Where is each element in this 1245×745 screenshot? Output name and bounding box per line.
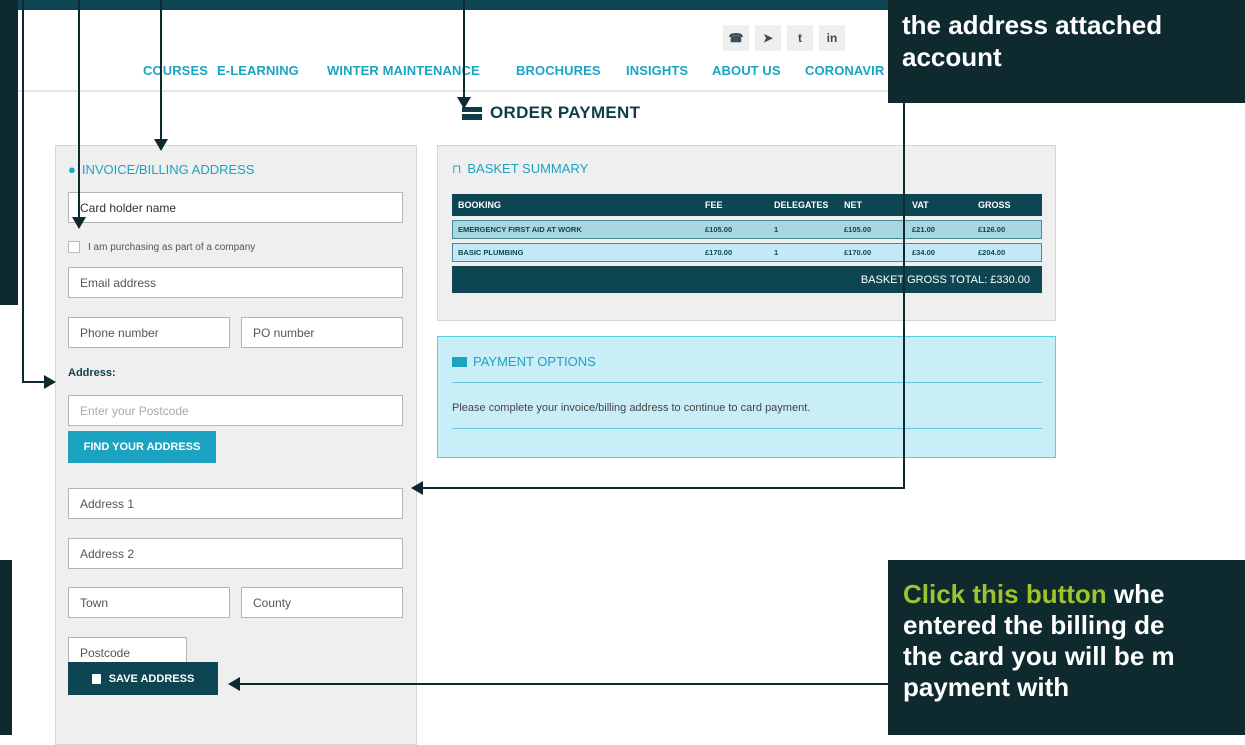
arrow-line [903,100,905,488]
callout-text-line: the address attached [902,10,1163,40]
address1-input[interactable]: Address 1 [68,488,403,519]
town-input[interactable]: Town [68,587,230,618]
page-title-text: ORDER PAYMENT [490,103,641,122]
table-cell: £170.00 [705,248,733,257]
address-label: Address: [68,367,116,379]
table-cell: £21.00 [912,225,935,234]
card-holder-name-input[interactable]: Card holder name [68,192,403,223]
company-checkbox-label: I am purchasing as part of a company [88,241,256,253]
payment-options-heading: PAYMENT OPTIONS [452,354,596,369]
phone-input[interactable]: Phone number [68,317,230,348]
social-links: ☎ ➤ t in [723,25,845,51]
basket-gross-total: BASKET GROSS TOTAL: £330.00 [452,266,1042,293]
table-cell: BASIC PLUMBING [458,248,524,257]
callout-box-left-bottom [0,560,12,735]
arrow-line [463,0,465,98]
column-header: DELEGATES [774,200,829,210]
nav-item-about-us[interactable]: ABOUT US [712,63,781,78]
basket-heading-text: BASKET SUMMARY [467,161,589,176]
map-pin-icon: ● [68,162,76,177]
arrow-down-icon [154,139,168,151]
table-cell: EMERGENCY FIRST AID AT WORK [458,225,582,234]
callout-box-left-top [0,0,18,305]
callout-text: whe [1106,579,1165,609]
email-input[interactable]: Email address [68,267,403,298]
payment-options-heading-text: PAYMENT OPTIONS [473,354,596,369]
table-cell: £34.00 [912,248,935,257]
nav-item-courses[interactable]: COURSES [143,63,208,78]
arrow-left-icon [411,481,423,495]
save-address-label: SAVE ADDRESS [108,672,195,685]
county-input[interactable]: County [241,587,403,618]
nav-item-insights[interactable]: INSIGHTS [626,63,688,78]
arrow-line [240,683,888,685]
nav-item-brochures[interactable]: BROCHURES [516,63,601,78]
callout-text-line: entered the billing de [903,610,1165,640]
arrow-line [423,487,905,489]
linkedin-icon[interactable]: in [819,25,845,51]
basket-heading: ⊓ BASKET SUMMARY [452,161,588,176]
callout-text-line: account [902,42,1002,72]
callout-text-line: payment with [903,672,1070,702]
payment-message: Please complete your invoice/billing add… [452,402,811,414]
send-icon[interactable]: ➤ [755,25,781,51]
divider [452,382,1042,383]
arrow-line [22,0,24,383]
arrow-right-icon [44,375,56,389]
postcode-search-input[interactable]: Enter your Postcode [68,395,403,426]
arrow-down-icon [72,217,86,229]
arrow-line [22,381,44,383]
twitter-icon[interactable]: t [787,25,813,51]
nav-item-e-learning[interactable]: E-LEARNING [217,63,299,78]
billing-heading-text: INVOICE/BILLING ADDRESS [81,162,255,177]
arrow-left-icon [228,677,240,691]
po-number-input[interactable]: PO number [241,317,403,348]
column-header: GROSS [978,200,1011,210]
save-address-button[interactable]: SAVE ADDRESS [68,662,218,695]
callout-text-line: Click this button whe [903,579,1164,610]
column-header: BOOKING [458,200,502,210]
table-cell: 1 [774,225,779,234]
arrow-down-icon [457,97,471,109]
arrow-line [78,0,80,218]
column-header: NET [844,200,862,210]
table-cell: £170.00 [844,248,872,257]
table-row: EMERGENCY FIRST AID AT WORK £105.00 1 £1… [452,220,1042,239]
phone-icon[interactable]: ☎ [723,25,749,51]
table-cell: £126.00 [978,225,1006,234]
address2-input[interactable]: Address 2 [68,538,403,569]
find-address-button[interactable]: FIND YOUR ADDRESS [68,431,216,463]
billing-heading: ● INVOICE/BILLING ADDRESS [68,162,255,177]
column-header: FEE [705,200,723,210]
callout-highlight: Click this button [903,579,1107,609]
table-cell: £105.00 [844,225,872,234]
basket-icon: ⊓ [452,161,462,176]
nav-item-winter-maintenance[interactable]: WINTER MAINTENANCE [327,63,480,78]
column-header: VAT [912,200,929,210]
table-cell: £105.00 [705,225,733,234]
table-row: BASIC PLUMBING £170.00 1 £170.00 £34.00 … [452,243,1042,262]
nav-item-coronavirus[interactable]: CORONAVIR [805,63,884,78]
callout-text-line: the card you will be m [903,641,1175,671]
credit-card-icon [452,356,467,367]
company-checkbox-row[interactable]: I am purchasing as part of a company [68,241,255,253]
table-cell: £204.00 [978,248,1006,257]
save-icon [91,673,101,684]
company-checkbox[interactable] [68,241,80,253]
divider [452,428,1042,429]
basket-table-header: BOOKING FEE DELEGATES NET VAT GROSS [452,194,1042,216]
page-title: ORDER PAYMENT [462,103,640,123]
table-cell: 1 [774,248,779,257]
arrow-line [160,0,162,140]
